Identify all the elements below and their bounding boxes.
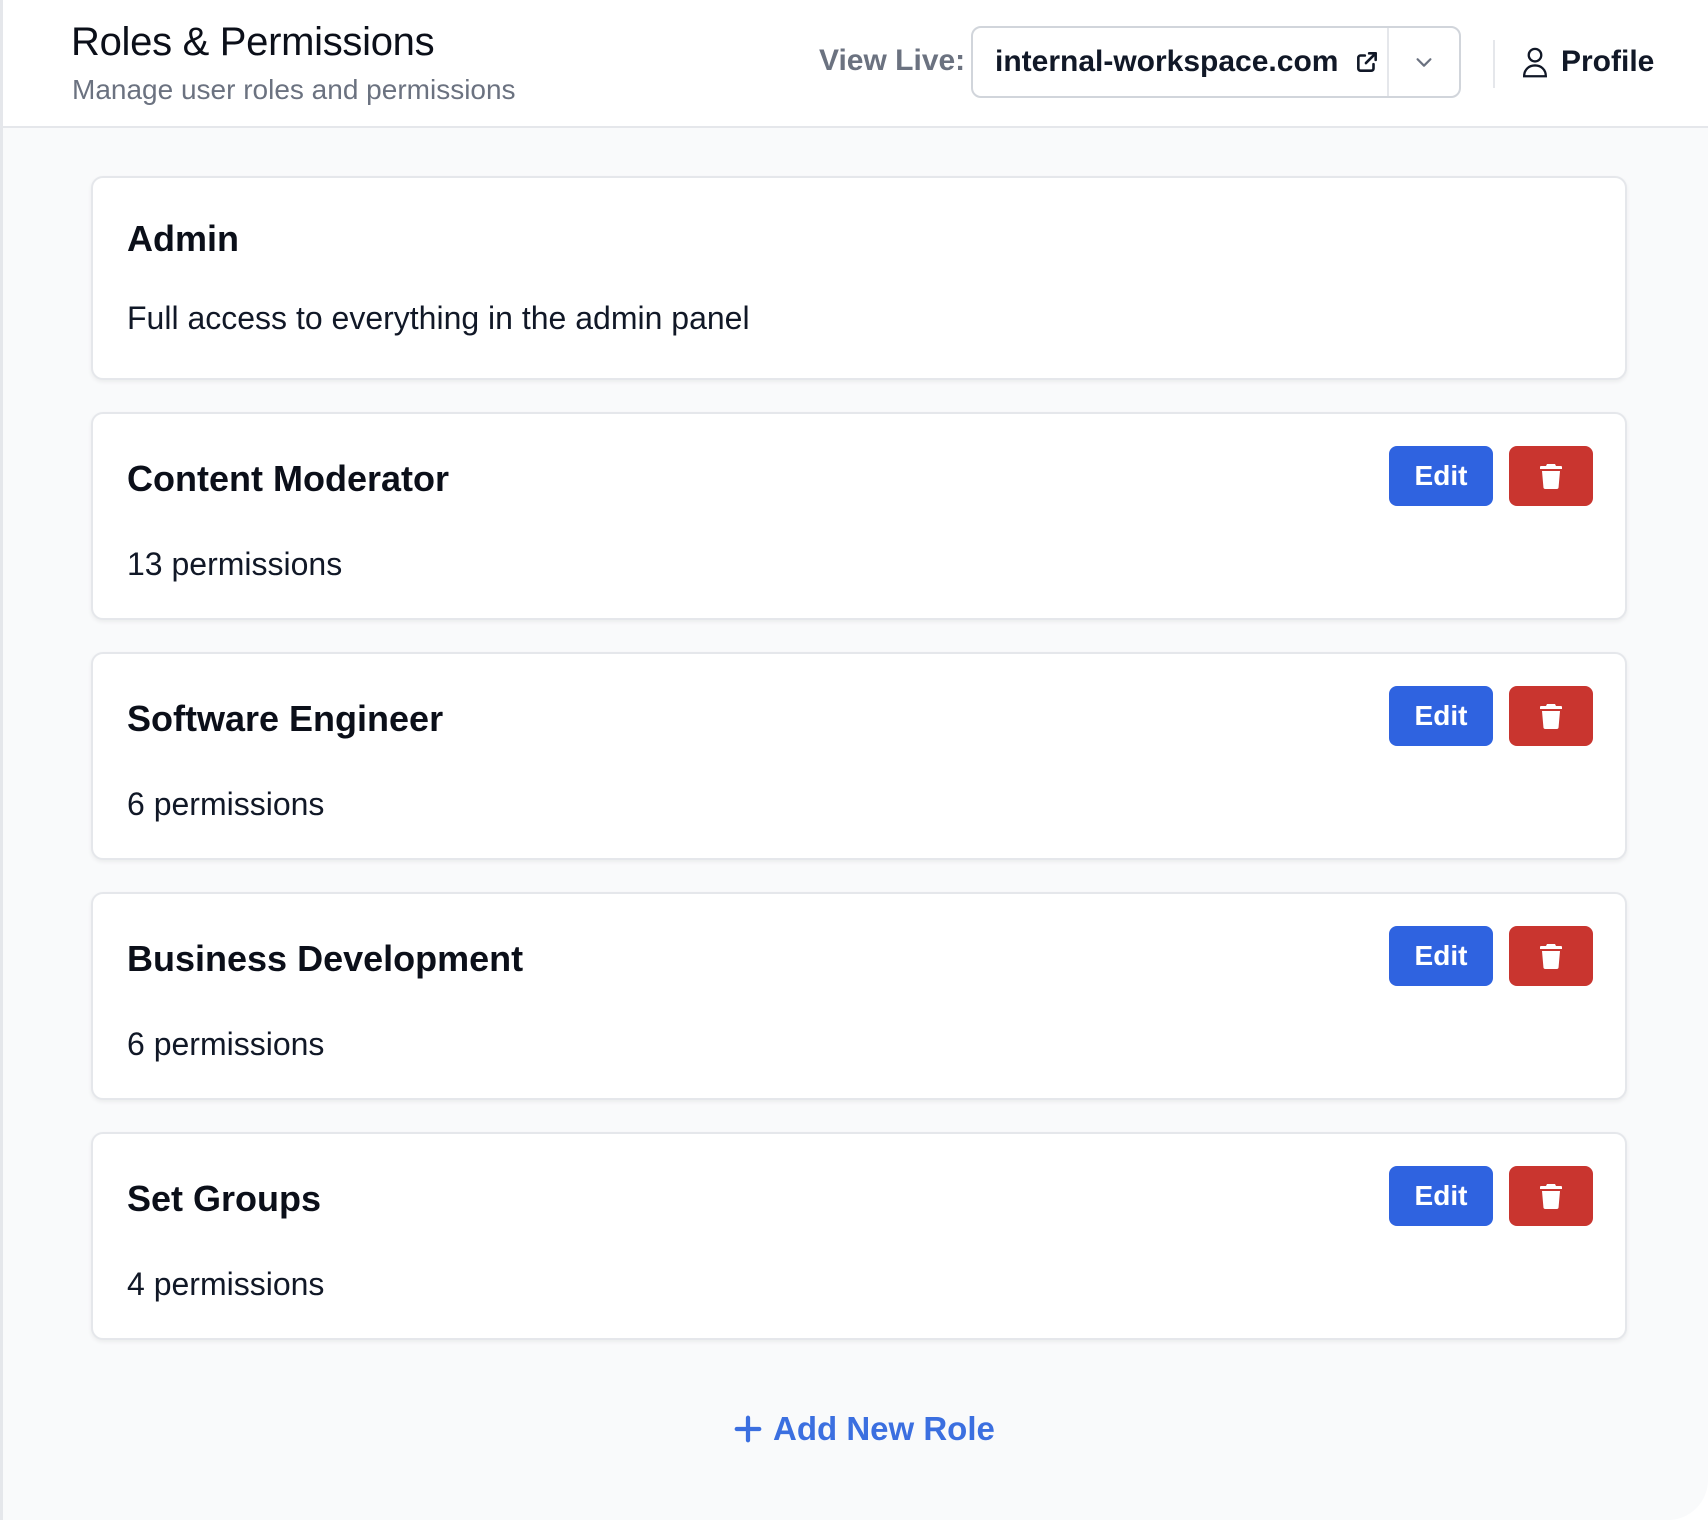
trash-icon <box>1540 943 1562 969</box>
page-title: Roles & Permissions <box>71 20 435 64</box>
role-name: Business Development <box>127 938 524 979</box>
delete-role-button[interactable] <box>1509 926 1593 986</box>
add-new-role-button[interactable]: Add New Role <box>733 1404 995 1454</box>
view-live-label: View Live: <box>819 44 966 77</box>
profile-label: Profile <box>1561 45 1655 78</box>
delete-role-button[interactable] <box>1509 686 1593 746</box>
domain-text: internal-workspace.com <box>995 45 1339 78</box>
role-description: 6 permissions <box>127 1026 325 1062</box>
edit-role-button[interactable]: Edit <box>1389 926 1493 986</box>
header-divider <box>1493 40 1495 88</box>
role-card-business-development: Business Development 6 permissions Edit <box>91 892 1627 1100</box>
role-name: Software Engineer <box>127 698 444 739</box>
role-name: Set Groups <box>127 1178 322 1219</box>
page-header: Roles & Permissions Manage user roles an… <box>3 0 1708 128</box>
role-card-software-engineer: Software Engineer 6 permissions Edit <box>91 652 1627 860</box>
role-description: Full access to everything in the admin p… <box>127 300 750 336</box>
domain-dropdown-toggle[interactable] <box>1389 28 1459 96</box>
role-description: 4 permissions <box>127 1266 325 1302</box>
role-card-admin: Admin Full access to everything in the a… <box>91 176 1627 380</box>
role-card-set-groups: Set Groups 4 permissions Edit <box>91 1132 1627 1340</box>
role-name: Admin <box>127 218 239 259</box>
trash-icon <box>1540 463 1562 489</box>
trash-icon <box>1540 1183 1562 1209</box>
page-subtitle: Manage user roles and permissions <box>72 74 516 105</box>
trash-icon <box>1540 703 1562 729</box>
role-description: 13 permissions <box>127 546 343 582</box>
add-new-role-label: Add New Role <box>773 1410 995 1447</box>
plus-icon <box>733 1414 763 1444</box>
profile-button[interactable]: Profile <box>1521 42 1654 82</box>
role-card-content-moderator: Content Moderator 13 permissions Edit <box>91 412 1627 620</box>
role-name: Content Moderator <box>127 458 449 499</box>
role-description: 6 permissions <box>127 786 325 822</box>
edit-role-button[interactable]: Edit <box>1389 446 1493 506</box>
delete-role-button[interactable] <box>1509 1166 1593 1226</box>
edit-role-button[interactable]: Edit <box>1389 1166 1493 1226</box>
app-window: Roles & Permissions Manage user roles an… <box>0 0 1708 1520</box>
domain-select: internal-workspace.com <box>971 26 1461 98</box>
chevron-down-icon <box>1413 51 1435 73</box>
user-icon <box>1521 46 1549 78</box>
external-link-icon <box>1354 49 1380 75</box>
domain-link[interactable]: internal-workspace.com <box>973 28 1389 96</box>
edit-role-button[interactable]: Edit <box>1389 686 1493 746</box>
delete-role-button[interactable] <box>1509 446 1593 506</box>
